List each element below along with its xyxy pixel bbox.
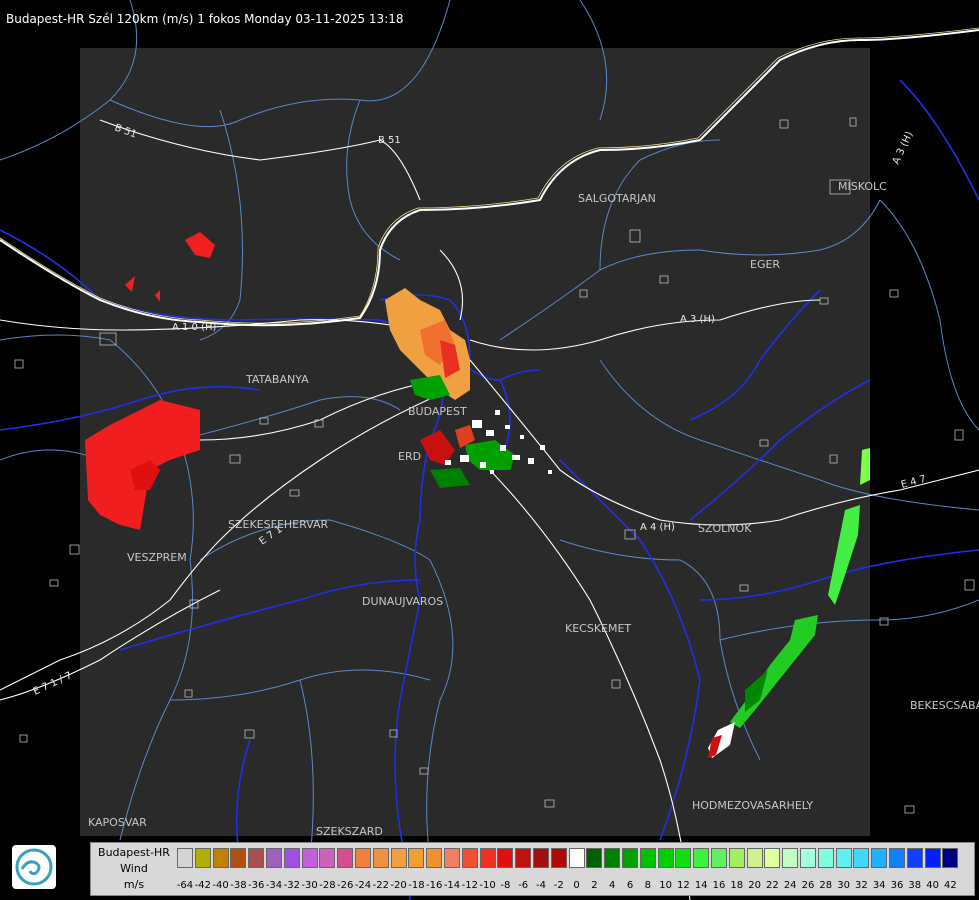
- map-title: Budapest-HR Szél 120km (m/s) 1 fokos Mon…: [6, 12, 404, 26]
- legend-swatch: [266, 848, 282, 868]
- legend-swatch: [568, 848, 585, 868]
- legend-swatch: [728, 848, 745, 868]
- place-label: BUDAPEST: [408, 405, 467, 418]
- legend-swatch: [408, 848, 425, 868]
- place-label: MISKOLC: [838, 180, 887, 193]
- legend-swatch: [319, 848, 336, 868]
- legend-swatch: [515, 848, 532, 868]
- place-label: TATABANYA: [245, 373, 309, 386]
- place-label: SZOLNOK: [698, 522, 752, 535]
- legend-unit: m/s: [123, 878, 145, 891]
- road-label: A 1 0 (H): [172, 322, 217, 333]
- met-service-logo: [12, 845, 56, 889]
- place-label: KECSKEMET: [565, 622, 631, 635]
- legend-swatch: [248, 848, 265, 868]
- legend-swatch: [622, 848, 638, 868]
- legend-swatch: [479, 848, 496, 868]
- legend-swatch: [461, 848, 478, 868]
- road-label: B 51: [378, 135, 401, 146]
- legend-swatch: [693, 848, 710, 868]
- legend-swatch: [604, 848, 621, 868]
- legend-swatch: [889, 848, 905, 868]
- legend-swatch: [817, 848, 834, 868]
- legend-swatch: [444, 848, 460, 868]
- place-label: EGER: [750, 258, 780, 271]
- place-label: KAPOSVAR: [88, 816, 147, 829]
- legend-swatch: [426, 848, 443, 868]
- legend-swatch: [586, 848, 603, 868]
- place-label: VESZPREM: [127, 551, 187, 564]
- legend-swatch: [533, 848, 549, 868]
- place-label: ERD: [398, 450, 421, 463]
- road-label: A 4 (H): [640, 522, 675, 533]
- legend-swatch: [337, 848, 354, 868]
- place-label: SZEKSZARD: [316, 825, 383, 838]
- legend-swatch: [924, 848, 941, 868]
- legend-swatch: [835, 848, 852, 868]
- legend-swatch: [871, 848, 888, 868]
- legend-swatch: [550, 848, 567, 868]
- legend-swatch: [230, 848, 247, 868]
- legend-swatch: [639, 848, 656, 868]
- legend-swatch: [497, 848, 514, 868]
- legend-swatch: [942, 848, 959, 868]
- legend-swatch: [800, 848, 816, 868]
- color-legend: Budapest-HR Wind m/s -64 -42 -40 -38 -36 -34-…: [90, 842, 975, 896]
- legend-swatch: [853, 848, 870, 868]
- legend-swatch: [711, 848, 727, 868]
- road-label: A 3 (H): [680, 314, 715, 325]
- place-label: BEKESCSABA: [910, 699, 979, 712]
- place-label: SALGOTARJAN: [578, 192, 656, 205]
- legend-swatch: [390, 848, 407, 868]
- legend-swatch: [746, 848, 763, 868]
- legend-swatch: [657, 848, 674, 868]
- legend-swatch: [764, 848, 781, 868]
- legend-swatch: [283, 848, 300, 868]
- legend-swatch: [212, 848, 229, 868]
- legend-swatch: [355, 848, 371, 868]
- legend-label: 42: [944, 880, 957, 891]
- legend-swatch: [906, 848, 923, 868]
- radar-map: SALGOTARJAN MISKOLC EGER TATABANYA BUDAP…: [0, 0, 979, 900]
- legend-swatch: [372, 848, 389, 868]
- legend-swatch: [782, 848, 799, 868]
- place-label: HODMEZOVASARHELY: [692, 799, 813, 812]
- legend-swatch: [675, 848, 692, 868]
- legend-swatch: [177, 848, 193, 868]
- legend-radar-name: Budapest-HR: [98, 846, 170, 859]
- legend-caption: Budapest-HR Wind m/s: [91, 843, 177, 895]
- legend-quantity: Wind: [120, 862, 148, 875]
- legend-swatch: [194, 848, 211, 868]
- legend-swatch: [301, 848, 318, 868]
- place-label: DUNAUJVAROS: [362, 595, 443, 608]
